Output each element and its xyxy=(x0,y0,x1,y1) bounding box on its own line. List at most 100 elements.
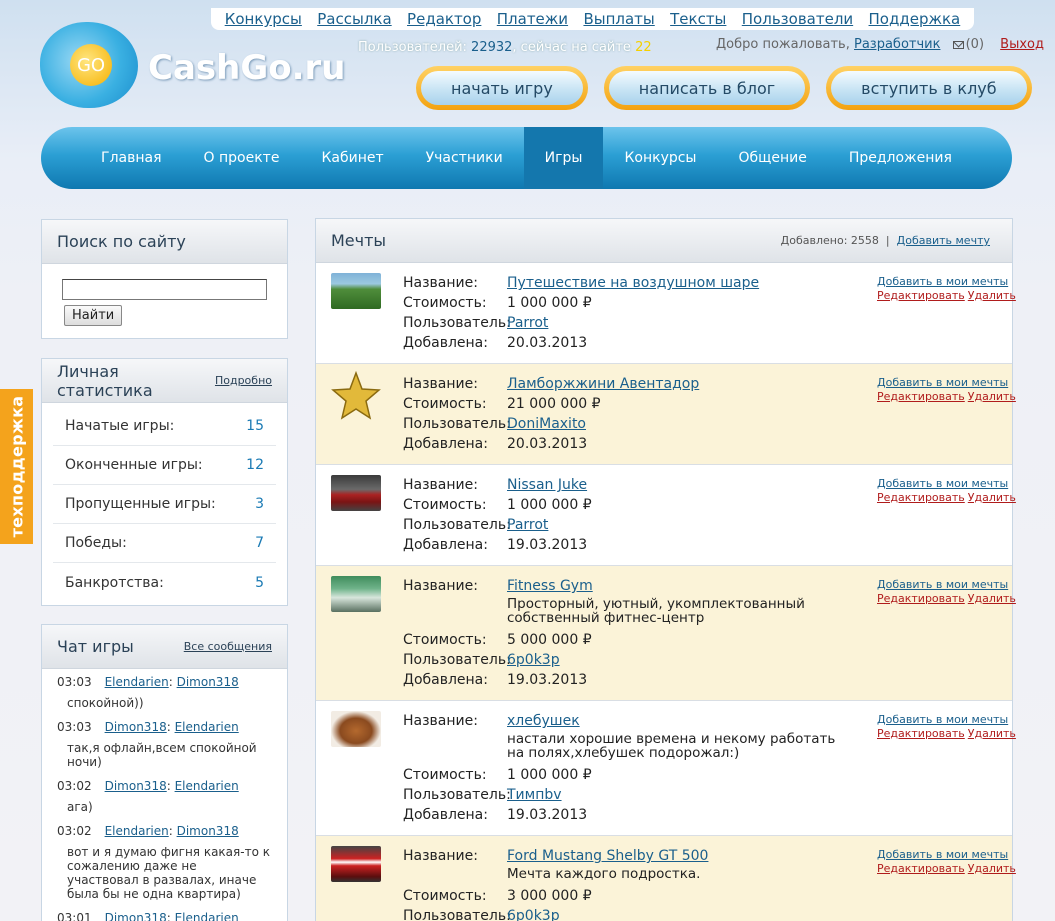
edit-dream-link[interactable]: Редактировать xyxy=(877,727,965,740)
add-to-my-dreams-link[interactable]: Добавить в мои мечты xyxy=(877,376,1016,390)
chat-from-link[interactable]: Dimon318 xyxy=(105,911,167,921)
chat-to-link[interactable]: Dimon318 xyxy=(177,675,239,689)
edit-dream-link[interactable]: Редактировать xyxy=(877,289,965,302)
mail-icon[interactable] xyxy=(952,40,964,49)
nav-item-3[interactable]: Участники xyxy=(405,127,524,189)
chat-colon: : xyxy=(166,911,175,921)
stats-box-title: Личная статистика xyxy=(57,361,153,400)
nav-item-2[interactable]: Кабинет xyxy=(300,127,404,189)
dream-actions: Добавить в мои мечты Редактировать Удалить xyxy=(877,848,1016,876)
dreams-header: Мечты Добавлено: 2558 | Добавить мечту xyxy=(316,219,1012,263)
gold-star-image[interactable] xyxy=(331,370,381,420)
dream-cost-row: Стоимость: 5 000 000 ₽ xyxy=(403,630,853,650)
support-tab[interactable]: техподдержка xyxy=(0,389,33,544)
chat-users: Dimon318: Elendarien xyxy=(105,720,239,734)
dream-user-link[interactable]: DoniMaxito xyxy=(507,416,586,432)
add-to-my-dreams-link[interactable]: Добавить в мои мечты xyxy=(877,275,1016,289)
add-to-my-dreams-link[interactable]: Добавить в мои мечты xyxy=(877,477,1016,491)
chat-to-link[interactable]: Dimon318 xyxy=(177,824,239,838)
dream-name-value: Nissan Juke xyxy=(507,475,587,495)
dream-name-row: Название: Путешествие на воздушном шаре xyxy=(403,273,853,293)
bigbutton-1[interactable]: написать в блог xyxy=(603,66,811,110)
nav-item-7[interactable]: Предложения xyxy=(828,127,973,189)
delete-dream-link[interactable]: Удалить xyxy=(968,592,1016,605)
edit-dream-link[interactable]: Редактировать xyxy=(877,592,965,605)
logout-link[interactable]: Выход xyxy=(1000,37,1044,52)
gym-image[interactable] xyxy=(331,576,381,612)
nav-item-6[interactable]: Общение xyxy=(718,127,828,189)
chat-all-link[interactable]: Все сообщения xyxy=(184,640,272,653)
dream-date-value: 19.03.2013 xyxy=(507,537,588,553)
red-mustang-image[interactable] xyxy=(331,846,381,882)
dream-cost-label: Стоимость: xyxy=(403,767,487,783)
dream-name-label: Название: xyxy=(403,275,478,291)
dream-name-link[interactable]: Ламборжжини Авентадор xyxy=(507,376,699,392)
chat-to-link[interactable]: Elendarien xyxy=(175,779,239,793)
toplink-3[interactable]: Платежи xyxy=(497,10,568,28)
stats-more-link[interactable]: Подробно xyxy=(215,374,272,387)
stats-box-header: Личная статистика Подробно xyxy=(42,359,287,403)
balloon-landscape-image[interactable] xyxy=(331,273,381,309)
bread-image[interactable] xyxy=(331,711,381,747)
delete-dream-link[interactable]: Удалить xyxy=(968,727,1016,740)
chat-from-link[interactable]: Elendarien xyxy=(105,675,169,689)
toplink-7[interactable]: Поддержка xyxy=(869,10,961,28)
dream-cost-value: 1 000 000 ₽ xyxy=(507,497,592,513)
chat-from-link[interactable]: Dimon318 xyxy=(105,720,167,734)
search-input[interactable] xyxy=(62,279,267,300)
dream-user-link[interactable]: Parrot xyxy=(507,517,548,533)
chat-from-link[interactable]: Elendarien xyxy=(105,824,169,838)
dream-name-link[interactable]: Nissan Juke xyxy=(507,477,587,493)
add-to-my-dreams-link[interactable]: Добавить в мои мечты xyxy=(877,578,1016,592)
nav-item-4[interactable]: Игры xyxy=(523,127,604,189)
online-count: 22 xyxy=(635,40,652,55)
toplink-6[interactable]: Пользователи xyxy=(742,10,853,28)
edit-dream-link[interactable]: Редактировать xyxy=(877,862,965,875)
search-box-header: Поиск по сайту xyxy=(42,220,287,264)
dream-user-link[interactable]: Тимпbv xyxy=(507,787,562,803)
stat-row: Оконченные игры: 12 xyxy=(53,446,276,485)
nav-item-0[interactable]: Главная xyxy=(80,127,182,189)
dream-user-link[interactable]: 6p0k3p xyxy=(507,908,560,921)
toplink-4[interactable]: Выплаты xyxy=(583,10,654,28)
dream-name-link[interactable]: Путешествие на воздушном шаре xyxy=(507,275,759,291)
add-dream-link[interactable]: Добавить мечту xyxy=(897,234,990,247)
bigbutton-0[interactable]: начать игру xyxy=(416,66,588,110)
dream-name-link[interactable]: Fitness Gym xyxy=(507,578,593,594)
chat-to-link[interactable]: Elendarien xyxy=(175,911,239,921)
dream-user-link[interactable]: 6p0k3p xyxy=(507,652,560,668)
dream-name-link[interactable]: Ford Mustang Shelby GT 500 xyxy=(507,848,708,864)
stat-row: Пропущенные игры: 3 xyxy=(53,485,276,524)
chat-from-link[interactable]: Dimon318 xyxy=(105,779,167,793)
chat-meta: 03:02 Dimon318: Elendarien xyxy=(57,779,272,793)
add-to-my-dreams-link[interactable]: Добавить в мои мечты xyxy=(877,713,1016,727)
toplink-2[interactable]: Редактор xyxy=(407,10,481,28)
chat-to-link[interactable]: Elendarien xyxy=(175,720,239,734)
delete-dream-link[interactable]: Удалить xyxy=(968,289,1016,302)
nav-item-1[interactable]: О проекте xyxy=(183,127,301,189)
dreams-header-right: Добавлено: 2558 | Добавить мечту xyxy=(781,234,990,247)
toplink-5[interactable]: Тексты xyxy=(670,10,726,28)
nav-item-5[interactable]: Конкурсы xyxy=(603,127,717,189)
edit-dream-link[interactable]: Редактировать xyxy=(877,390,965,403)
red-car-image[interactable] xyxy=(331,475,381,511)
delete-dream-link[interactable]: Удалить xyxy=(968,390,1016,403)
mail-count[interactable]: (0) xyxy=(966,37,984,52)
site-logo[interactable]: GO CashGo.ru xyxy=(40,22,346,112)
stat-label: Начатые игры: xyxy=(65,418,175,434)
delete-dream-link[interactable]: Удалить xyxy=(968,862,1016,875)
profile-link[interactable]: Разработчик xyxy=(854,37,940,52)
edit-dream-link[interactable]: Редактировать xyxy=(877,491,965,504)
users-count: 22932 xyxy=(471,40,513,55)
search-button[interactable]: Найти xyxy=(64,305,123,326)
delete-dream-link[interactable]: Удалить xyxy=(968,491,1016,504)
logo-text: CashGo.ru xyxy=(148,48,346,88)
dream-name-link[interactable]: хлебушек xyxy=(507,713,580,729)
dream-user-link[interactable]: Parrot xyxy=(507,315,548,331)
dream-actions: Добавить в мои мечты Редактировать Удалить xyxy=(877,713,1016,741)
dream-user-row: Пользователь: Тимпbv xyxy=(403,785,853,805)
dream-date-row: Добавлена: 19.03.2013 xyxy=(403,535,853,555)
stat-row: Победы: 7 xyxy=(53,524,276,563)
add-to-my-dreams-link[interactable]: Добавить в мои мечты xyxy=(877,848,1016,862)
bigbutton-2[interactable]: вступить в клуб xyxy=(826,66,1032,110)
